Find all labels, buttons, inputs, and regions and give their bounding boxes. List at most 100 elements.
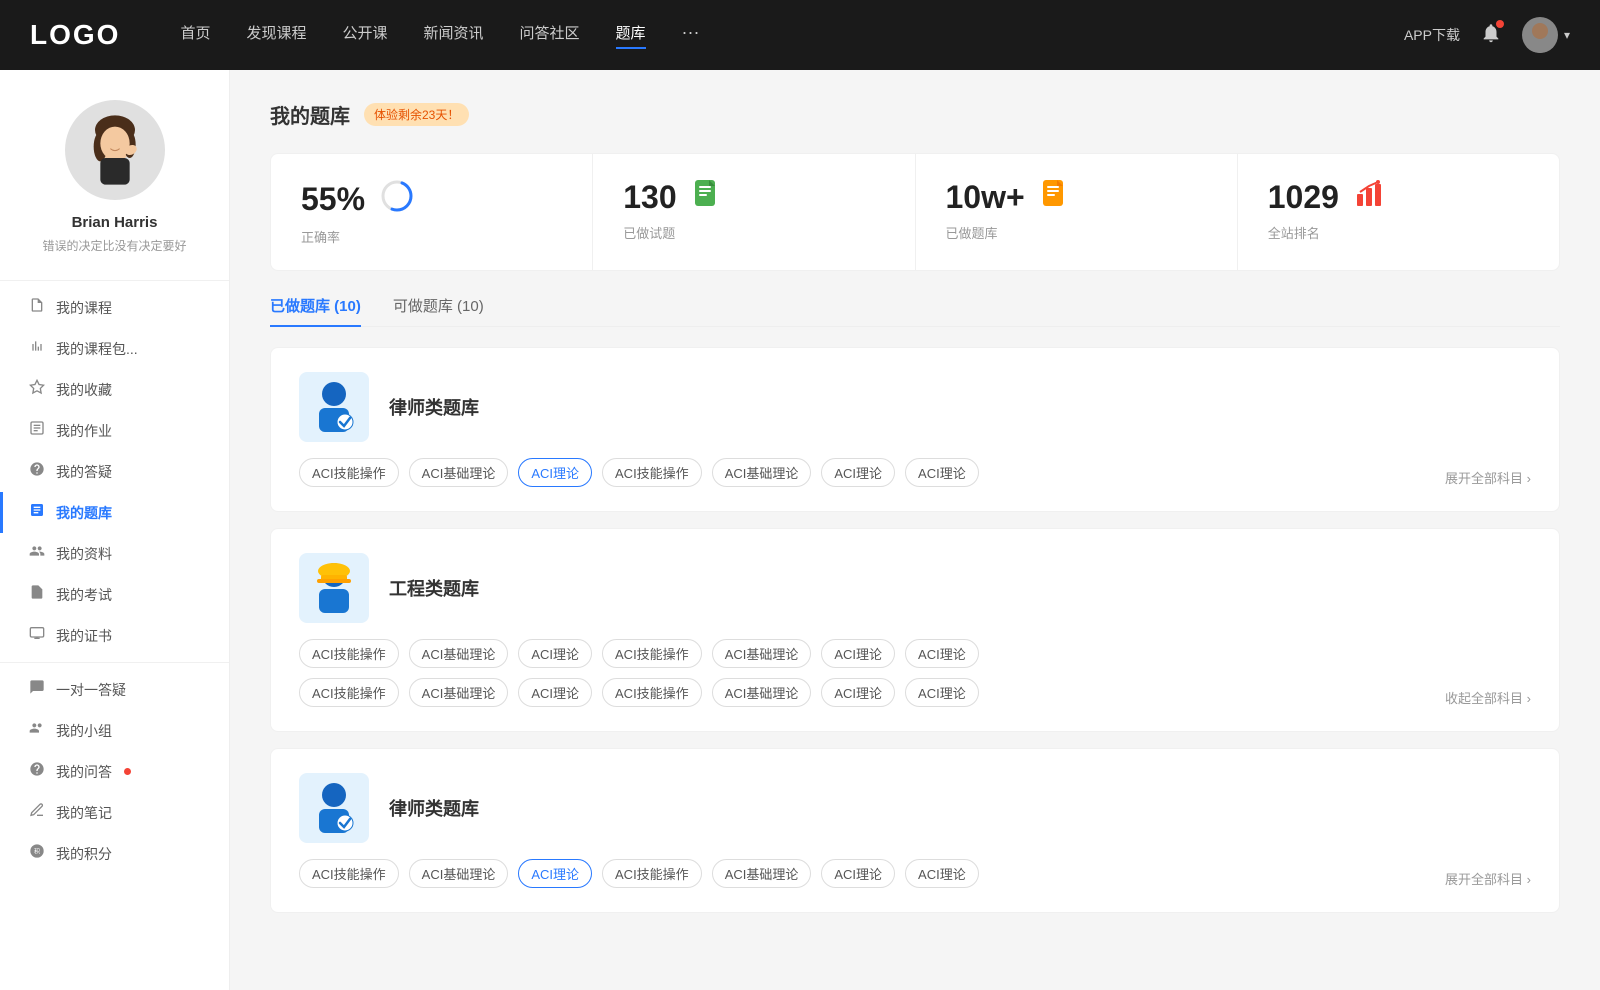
expand-lawyer-1[interactable]: 展开全部科目 › xyxy=(1445,468,1531,487)
user-avatar-wrap[interactable]: ▾ xyxy=(1522,17,1570,53)
sidebar-item-notes[interactable]: 我的笔记 xyxy=(0,792,229,833)
tag[interactable]: ACI理论 xyxy=(821,458,895,487)
tag[interactable]: ACI基础理论 xyxy=(712,678,812,707)
nav-discover[interactable]: 发现课程 xyxy=(246,22,306,49)
sidebar-item-points[interactable]: 积 我的积分 xyxy=(0,833,229,874)
app-download-btn[interactable]: APP下载 xyxy=(1404,25,1460,45)
sidebar-item-qa[interactable]: 我的答疑 xyxy=(0,451,229,492)
sidebar-item-cert[interactable]: 我的证书 xyxy=(0,615,229,656)
sidebar-item-quiz-bank[interactable]: 我的题库 xyxy=(0,492,229,533)
sidebar-motto: 错误的决定比没有决定要好 xyxy=(26,237,202,254)
tag[interactable]: ACI理论 xyxy=(821,639,895,668)
bank-card-lawyer-1: 律师类题库 ACI技能操作 ACI基础理论 ACI理论 ACI技能操作 ACI基… xyxy=(270,347,1560,512)
tag[interactable]: ACI技能操作 xyxy=(602,859,702,888)
doc-green-icon xyxy=(691,178,723,217)
tag[interactable]: ACI理论 xyxy=(905,678,979,707)
tag[interactable]: ACI技能操作 xyxy=(602,458,702,487)
tags-row-engineer-2: ACI技能操作 ACI基础理论 ACI理论 ACI技能操作 ACI基础理论 AC… xyxy=(299,678,1531,707)
bank-title-lawyer-2: 律师类题库 xyxy=(389,795,479,821)
sidebar-item-myqa[interactable]: 我的问答 xyxy=(0,751,229,792)
tabs-row: 已做题库 (10) 可做题库 (10) xyxy=(270,295,1560,327)
sidebar-item-1on1[interactable]: 一对一答疑 xyxy=(0,669,229,710)
nav-home[interactable]: 首页 xyxy=(180,22,210,49)
stat-done-banks-value: 10w+ xyxy=(946,179,1025,216)
sidebar-item-my-course[interactable]: 我的课程 xyxy=(0,287,229,328)
homework-icon xyxy=(28,420,46,441)
expand-lawyer-2[interactable]: 展开全部科目 › xyxy=(1445,869,1531,888)
nav-quiz[interactable]: 题库 xyxy=(616,22,646,49)
bank-title-engineer: 工程类题库 xyxy=(389,575,479,601)
page-title-row: 我的题库 体验剩余23天！ xyxy=(270,100,1560,129)
sidebar-item-exam-label: 我的考试 xyxy=(56,585,112,605)
tag[interactable]: ACI技能操作 xyxy=(299,859,399,888)
notification-bell[interactable] xyxy=(1480,22,1502,49)
bar-chart-icon xyxy=(28,338,46,359)
sidebar-username: Brian Harris xyxy=(72,214,158,231)
tag[interactable]: ACI理论 xyxy=(821,859,895,888)
tag[interactable]: ACI技能操作 xyxy=(299,678,399,707)
sidebar-item-course-pack-label: 我的课程包... xyxy=(56,339,138,359)
bank-card-lawyer-2: 律师类题库 ACI技能操作 ACI基础理论 ACI理论 ACI技能操作 ACI基… xyxy=(270,748,1560,913)
stats-row: 55% 正确率 130 xyxy=(270,153,1560,271)
question-icon xyxy=(28,461,46,482)
tag[interactable]: ACI技能操作 xyxy=(299,458,399,487)
nav-news[interactable]: 新闻资讯 xyxy=(424,22,484,49)
logo[interactable]: LOGO xyxy=(30,19,120,51)
tag[interactable]: ACI理论 xyxy=(821,678,895,707)
tag-active[interactable]: ACI理论 xyxy=(518,458,592,487)
myqa-red-dot xyxy=(124,768,131,775)
tag[interactable]: ACI理论 xyxy=(518,678,592,707)
stat-rank: 1029 全站排名 xyxy=(1238,154,1559,270)
stat-done-q-value: 130 xyxy=(623,179,676,216)
bank-card-engineer: 工程类题库 ACI技能操作 ACI基础理论 ACI理论 ACI技能操作 ACI基… xyxy=(270,528,1560,732)
sidebar-item-my-course-label: 我的课程 xyxy=(56,298,112,318)
tag[interactable]: ACI理论 xyxy=(905,458,979,487)
doc-orange-icon xyxy=(1039,178,1071,217)
sidebar-item-materials[interactable]: 我的资料 xyxy=(0,533,229,574)
nav-qa[interactable]: 问答社区 xyxy=(520,22,580,49)
chevron-down-icon: ▾ xyxy=(1564,28,1570,42)
tag[interactable]: ACI基础理论 xyxy=(712,859,812,888)
cert-icon xyxy=(28,625,46,646)
tag[interactable]: ACI理论 xyxy=(905,859,979,888)
collapse-engineer[interactable]: 收起全部科目 › xyxy=(1445,688,1531,707)
stat-done-q-label: 已做试题 xyxy=(623,223,884,242)
exam-icon xyxy=(28,584,46,605)
tab-todo[interactable]: 可做题库 (10) xyxy=(393,295,484,326)
sidebar-item-myqa-label: 我的问答 xyxy=(56,762,112,782)
tag[interactable]: ACI技能操作 xyxy=(299,639,399,668)
tag[interactable]: ACI理论 xyxy=(518,639,592,668)
sidebar-item-exam[interactable]: 我的考试 xyxy=(0,574,229,615)
notes-icon xyxy=(28,802,46,823)
tag[interactable]: ACI基础理论 xyxy=(712,639,812,668)
tag[interactable]: ACI技能操作 xyxy=(602,678,702,707)
sidebar-item-course-pack[interactable]: 我的课程包... xyxy=(0,328,229,369)
sidebar-item-favorite[interactable]: 我的收藏 xyxy=(0,369,229,410)
tag[interactable]: ACI基础理论 xyxy=(712,458,812,487)
materials-icon xyxy=(28,543,46,564)
engineer-icon-wrap xyxy=(299,553,369,623)
tag[interactable]: ACI基础理论 xyxy=(409,859,509,888)
sidebar-item-group[interactable]: 我的小组 xyxy=(0,710,229,751)
nav-more[interactable]: ··· xyxy=(682,22,700,49)
tab-done[interactable]: 已做题库 (10) xyxy=(270,295,361,326)
sidebar-item-homework[interactable]: 我的作业 xyxy=(0,410,229,451)
avatar xyxy=(1522,17,1558,53)
navbar-right: APP下载 ▾ xyxy=(1404,17,1570,53)
chart-red-icon xyxy=(1353,178,1385,217)
tag[interactable]: ACI基础理论 xyxy=(409,678,509,707)
sidebar-item-group-label: 我的小组 xyxy=(56,721,112,741)
sidebar-item-1on1-label: 一对一答疑 xyxy=(56,680,126,700)
notification-dot xyxy=(1496,20,1504,28)
sidebar-divider-mid xyxy=(0,662,229,663)
stat-rank-value: 1029 xyxy=(1268,179,1339,216)
tag-active[interactable]: ACI理论 xyxy=(518,859,592,888)
nav-open-course[interactable]: 公开课 xyxy=(342,22,387,49)
stat-accuracy-value: 55% xyxy=(301,181,365,218)
sidebar-item-notes-label: 我的笔记 xyxy=(56,803,112,823)
tag[interactable]: ACI技能操作 xyxy=(602,639,702,668)
tag[interactable]: ACI基础理论 xyxy=(409,639,509,668)
tag[interactable]: ACI基础理论 xyxy=(409,458,509,487)
star-icon xyxy=(28,379,46,400)
tag[interactable]: ACI理论 xyxy=(905,639,979,668)
